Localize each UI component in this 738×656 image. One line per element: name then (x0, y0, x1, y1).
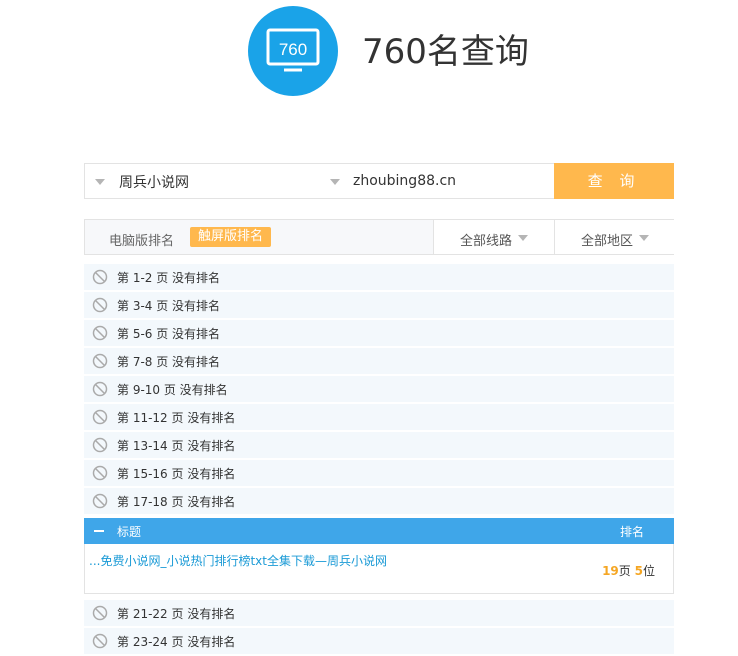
search-bar: 周兵小说网 查 询 (84, 163, 674, 199)
chevron-down-icon (95, 179, 105, 185)
page-unit: 页 (618, 564, 631, 578)
no-entry-icon (92, 437, 108, 453)
list-item: 第 9-10 页 没有排名 (84, 376, 674, 402)
list-item-text: 第 3-4 页 没有排名 (117, 299, 221, 313)
position-number: 5 (634, 564, 643, 578)
list-item: 第 5-6 页 没有排名 (84, 320, 674, 346)
list-item-text: 第 17-18 页 没有排名 (117, 495, 236, 509)
no-entry-icon (92, 325, 108, 341)
list-item-text: 第 11-12 页 没有排名 (117, 411, 236, 425)
list-item: 第 15-16 页 没有排名 (84, 460, 674, 486)
list-item-text: 第 9-10 页 没有排名 (117, 383, 228, 397)
region-select-label: 全部地区 (581, 234, 634, 249)
list-item-text: 第 7-8 页 没有排名 (117, 355, 221, 369)
logo: 760 (248, 6, 338, 96)
position-unit: 位 (642, 564, 655, 578)
result-header-title: 标题 (117, 525, 142, 539)
result-rank: 19页 5位 (602, 562, 655, 579)
chevron-down-icon (639, 235, 649, 241)
line-select-label: 全部线路 (460, 234, 513, 249)
chevron-down-icon[interactable] (330, 179, 340, 185)
filter-bar: 电脑版排名 触屏版排名 全部线路 全部地区 (84, 219, 674, 255)
no-rank-list: 第 1-2 页 没有排名第 3-4 页 没有排名第 5-6 页 没有排名第 7-… (84, 264, 674, 516)
no-entry-icon (92, 297, 108, 313)
list-item: 第 17-18 页 没有排名 (84, 488, 674, 514)
list-item-text: 第 21-22 页 没有排名 (117, 607, 236, 621)
no-entry-icon (92, 465, 108, 481)
result-row: ...免费小说网_小说热门排行榜txt全集下载—周兵小说网 19页 5位 (84, 544, 674, 594)
tab-pc-ranking[interactable]: 电脑版排名 (109, 230, 174, 249)
region-select[interactable]: 全部地区 (554, 220, 674, 254)
no-rank-list: 第 21-22 页 没有排名第 23-24 页 没有排名 (84, 600, 674, 656)
line-select[interactable]: 全部线路 (433, 220, 554, 254)
domain-input[interactable] (353, 164, 553, 198)
logo-text: 760 (279, 40, 307, 59)
monitor-icon: 760 (266, 28, 320, 72)
collapse-icon[interactable] (94, 530, 104, 532)
no-entry-icon (92, 605, 108, 621)
result-header-rank: 排名 (619, 525, 644, 539)
page-title: 760名查询 (362, 32, 529, 72)
result-link[interactable]: ...免费小说网_小说热门排行榜txt全集下载—周兵小说网 (89, 552, 387, 569)
page-number: 19 (602, 564, 619, 578)
list-item: 第 3-4 页 没有排名 (84, 292, 674, 318)
result-header: 标题 排名 (84, 518, 674, 544)
chevron-down-icon (518, 235, 528, 241)
list-item-text: 第 1-2 页 没有排名 (117, 271, 221, 285)
no-entry-icon (92, 353, 108, 369)
no-entry-icon (92, 633, 108, 649)
no-entry-icon (92, 381, 108, 397)
no-entry-icon (92, 269, 108, 285)
list-item: 第 21-22 页 没有排名 (84, 600, 674, 626)
list-item: 第 23-24 页 没有排名 (84, 628, 674, 654)
site-select-label: 周兵小说网 (119, 175, 189, 191)
list-item: 第 11-12 页 没有排名 (84, 404, 674, 430)
query-button[interactable]: 查 询 (554, 163, 674, 199)
list-item-text: 第 13-14 页 没有排名 (117, 439, 236, 453)
no-entry-icon (92, 493, 108, 509)
site-select[interactable]: 周兵小说网 (85, 164, 333, 198)
list-item-text: 第 15-16 页 没有排名 (117, 467, 236, 481)
list-item-text: 第 5-6 页 没有排名 (117, 327, 221, 341)
list-item: 第 7-8 页 没有排名 (84, 348, 674, 374)
tab-touch-ranking[interactable]: 触屏版排名 (190, 227, 272, 247)
list-item: 第 13-14 页 没有排名 (84, 432, 674, 458)
no-entry-icon (92, 409, 108, 425)
list-item: 第 1-2 页 没有排名 (84, 264, 674, 290)
